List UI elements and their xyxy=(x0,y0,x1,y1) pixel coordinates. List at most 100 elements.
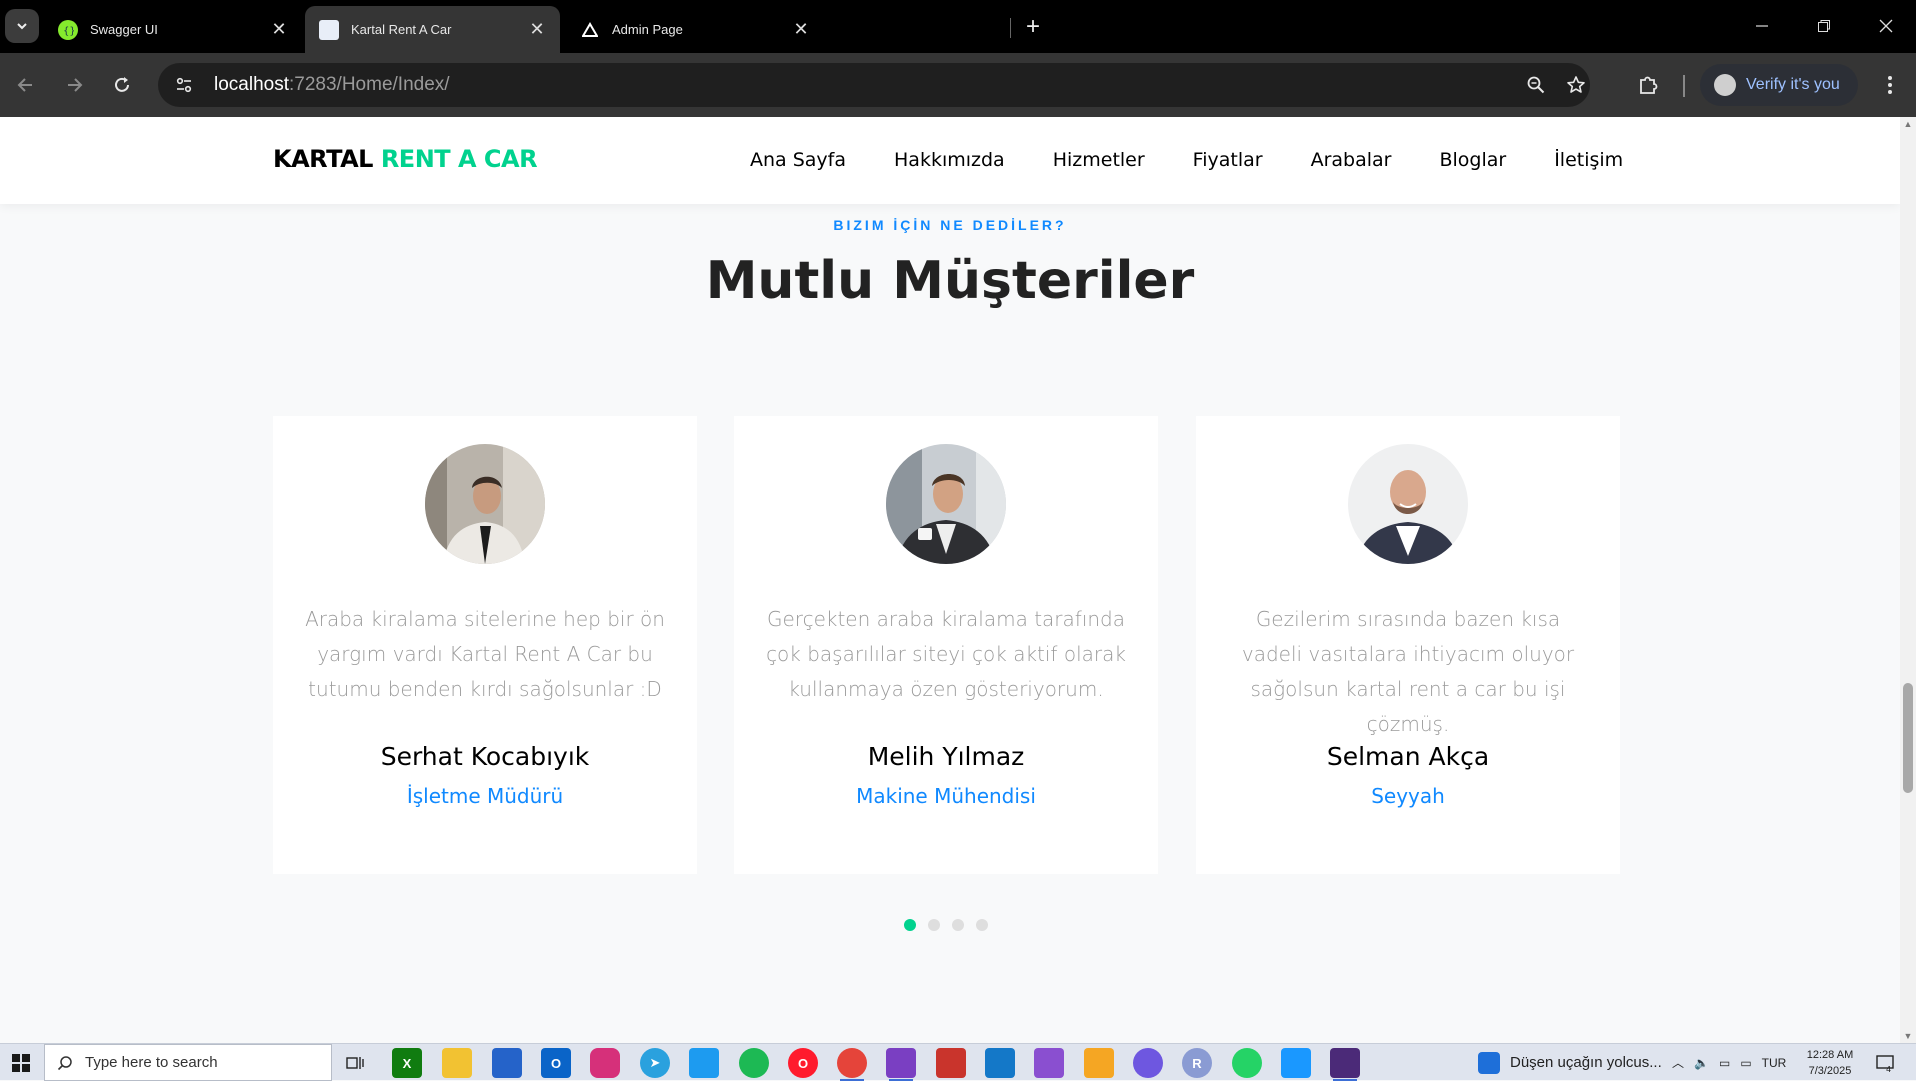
tab-swagger-ui[interactable]: {} Swagger UI ✕ xyxy=(44,6,302,53)
testimonial-card: Gezilerim sırasında bazen kısa vadeli va… xyxy=(1196,416,1620,874)
tab-kartal-rent-a-car[interactable]: Kartal Rent A Car ✕ xyxy=(305,6,560,53)
testimonial-quote: Gezilerim sırasında bazen kısa vadeli va… xyxy=(1241,607,1575,736)
system-tray: ︿ 🔈 ▭ ▭ TUR xyxy=(1672,1044,1786,1081)
reload-button[interactable] xyxy=(106,69,138,101)
network-icon[interactable]: ▭ xyxy=(1740,1056,1751,1070)
clock-date: 7/3/2025 xyxy=(1808,1065,1852,1077)
close-window-button[interactable] xyxy=(1866,10,1906,42)
nav-item-blogs[interactable]: Bloglar xyxy=(1439,149,1506,171)
vscode-icon[interactable] xyxy=(985,1048,1015,1078)
twitter-icon[interactable] xyxy=(689,1048,719,1078)
tab-search-button[interactable] xyxy=(5,9,39,43)
volume-icon[interactable]: 🔈 xyxy=(1694,1056,1709,1070)
chevron-up-icon[interactable]: ︿ xyxy=(1672,1054,1684,1071)
close-icon xyxy=(1879,19,1893,33)
close-icon[interactable]: ✕ xyxy=(524,17,550,43)
chrome-icon[interactable] xyxy=(837,1048,867,1081)
news-widget[interactable]: Düşen uçağın yolcus... xyxy=(1478,1044,1662,1081)
customer-name: Melih Yılmaz xyxy=(867,742,1025,771)
customer-name: Selman Akça xyxy=(1326,742,1490,771)
browser-menu-button[interactable] xyxy=(1874,69,1906,101)
tab-admin-page[interactable]: Admin Page ✕ xyxy=(566,6,824,53)
tab-title: Admin Page xyxy=(612,22,683,37)
nav-item-cars[interactable]: Arabalar xyxy=(1311,149,1392,171)
site-info-icon[interactable] xyxy=(166,69,202,101)
scroll-up-arrow-icon[interactable]: ▲ xyxy=(1903,119,1913,129)
taskbar-search-input[interactable]: Type here to search xyxy=(44,1044,332,1081)
browser-tab-bar: {} Swagger UI ✕ Kartal Rent A Car ✕ Admi… xyxy=(0,0,1916,53)
visual-studio-icon[interactable] xyxy=(1034,1048,1064,1078)
visual-studio-icon[interactable] xyxy=(886,1048,916,1081)
carousel-dot[interactable] xyxy=(976,919,988,931)
clock-time: 12:28 AM xyxy=(1806,1049,1854,1061)
customer-photo xyxy=(425,444,545,564)
outlook-icon[interactable]: O xyxy=(541,1048,571,1078)
customer-name: Serhat Kocabıyık xyxy=(380,742,590,771)
telegram-icon[interactable]: ➤ xyxy=(640,1048,670,1078)
notification-icon[interactable]: 4 xyxy=(1872,1050,1898,1076)
zoom-icon[interactable] xyxy=(1520,69,1552,101)
testimonial-card: Araba kiralama sitelerine hep bir ön yar… xyxy=(273,416,697,874)
language-indicator[interactable]: TUR xyxy=(1762,1056,1787,1070)
prime-video-icon[interactable] xyxy=(1281,1048,1311,1078)
reload-icon xyxy=(115,77,129,92)
url-text: localhost:7283/Home/Index/ xyxy=(214,74,450,96)
windows-taskbar: Type here to search X O ➤ O R Düşen uçağ… xyxy=(0,1043,1916,1081)
page-scrollbar[interactable]: ▲ ▼ xyxy=(1900,117,1916,1043)
store-icon[interactable] xyxy=(492,1048,522,1078)
carousel-dot[interactable] xyxy=(928,919,940,931)
clock[interactable]: 12:28 AM 7/3/2025 xyxy=(1800,1047,1860,1079)
site-logo[interactable]: KARTAL RENT A CAR xyxy=(273,145,538,173)
scroll-down-arrow-icon[interactable]: ▼ xyxy=(1903,1031,1913,1041)
logo-text-kartal: KARTAL xyxy=(273,145,373,173)
bookmark-star-icon[interactable] xyxy=(1560,69,1592,101)
xbox-icon[interactable]: X xyxy=(392,1048,422,1078)
nav-item-contact[interactable]: İletişim xyxy=(1554,149,1623,171)
customer-photo xyxy=(1348,444,1468,564)
terminal-icon[interactable] xyxy=(1330,1048,1360,1081)
minimize-icon xyxy=(1756,25,1768,27)
nav-item-home[interactable]: Ana Sayfa xyxy=(750,149,846,171)
nav-item-about[interactable]: Hakkımızda xyxy=(894,149,1005,171)
app-icon[interactable] xyxy=(936,1048,966,1078)
carousel-dot[interactable] xyxy=(952,919,964,931)
app-icon[interactable] xyxy=(1084,1048,1114,1078)
chevron-down-icon xyxy=(17,23,27,30)
extensions-button[interactable] xyxy=(1632,69,1664,101)
opera-icon[interactable]: O xyxy=(788,1048,818,1078)
section-subheading: BIZIM İÇİN NE DEDİLER? xyxy=(833,217,1067,233)
carousel-dot[interactable] xyxy=(904,919,916,931)
minimize-button[interactable] xyxy=(1742,10,1782,42)
whatsapp-icon[interactable] xyxy=(1232,1048,1262,1078)
testimonial-quote: Gerçekten araba kiralama tarafında çok b… xyxy=(766,607,1126,701)
testimonial-card: Gerçekten araba kiralama tarafında çok b… xyxy=(734,416,1158,874)
swagger-icon: {} xyxy=(58,19,78,40)
new-tab-button[interactable]: + xyxy=(1020,12,1046,42)
tab-separator xyxy=(1010,18,1011,38)
tab-title: Swagger UI xyxy=(90,22,158,37)
close-icon[interactable]: ✕ xyxy=(266,17,292,43)
profile-label: Verify it's you xyxy=(1746,76,1840,93)
address-bar[interactable]: localhost:7283/Home/Index/ xyxy=(158,63,1590,107)
carousel-dots xyxy=(904,919,988,931)
search-icon xyxy=(57,1055,72,1070)
close-icon[interactable]: ✕ xyxy=(788,17,814,43)
app-icon[interactable] xyxy=(1133,1048,1163,1078)
battery-icon[interactable]: ▭ xyxy=(1719,1056,1730,1070)
nav-item-services[interactable]: Hizmetler xyxy=(1053,149,1145,171)
tab-title: Kartal Rent A Car xyxy=(351,22,452,37)
nav-item-pricing[interactable]: Fiyatlar xyxy=(1193,149,1263,171)
instagram-icon[interactable] xyxy=(590,1048,620,1078)
r-icon[interactable]: R xyxy=(1182,1048,1212,1078)
spotify-icon[interactable] xyxy=(739,1048,769,1078)
restore-button[interactable] xyxy=(1804,10,1844,42)
scrollbar-thumb[interactable] xyxy=(1903,683,1913,793)
site-header: KARTAL RENT A CAR Ana Sayfa Hakkımızda H… xyxy=(0,117,1900,204)
start-button[interactable] xyxy=(0,1044,42,1081)
file-explorer-icon[interactable] xyxy=(442,1048,472,1078)
admin-triangle-icon xyxy=(580,20,600,40)
task-view-icon[interactable] xyxy=(340,1048,370,1078)
forward-button[interactable] xyxy=(58,69,90,101)
back-button[interactable] xyxy=(10,69,42,101)
profile-button[interactable]: Verify it's you xyxy=(1700,64,1858,106)
